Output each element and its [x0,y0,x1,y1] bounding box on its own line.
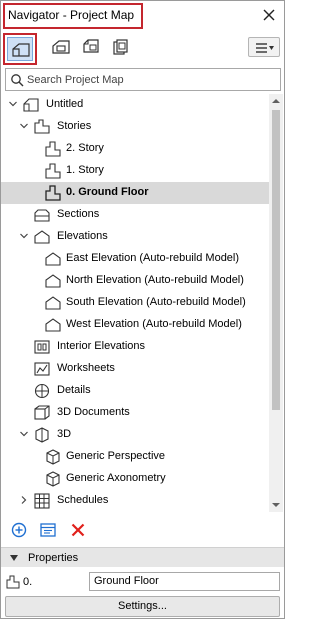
chevron-down-icon[interactable] [19,429,29,439]
properties-row: 0. Ground Floor [1,571,284,593]
tree-item-stories[interactable]: Stories [1,116,269,138]
chevron-down-icon[interactable] [19,121,29,131]
collapse-triangle-icon[interactable] [10,554,18,562]
story-icon [45,163,61,179]
tree-item-east-elevation[interactable]: East Elevation (Auto-rebuild Model) [1,248,269,270]
tree-item-sections[interactable]: Sections [1,204,269,226]
tree-item-label: Untitled [46,98,84,110]
delete-icon[interactable] [69,521,87,539]
settings-button[interactable]: Settings... [5,596,280,617]
tree-item-ground-floor[interactable]: 0. Ground Floor [1,182,269,204]
tree-item-schedules[interactable]: Schedules [1,490,269,512]
tree-item-3d[interactable]: 3D [1,424,269,446]
chevron-down-icon[interactable] [8,99,18,109]
search-icon [11,74,24,87]
tree-item-generic-axonometry[interactable]: Generic Axonometry [1,468,269,490]
story-icon [6,575,20,589]
tree-item-elevations[interactable]: Elevations [1,226,269,248]
tree-item-label: Interior Elevations [57,340,146,352]
elevation-icon [34,230,50,244]
tree-item-label: Generic Perspective [66,450,166,462]
tree-item-untitled[interactable]: Untitled [1,94,269,116]
tree-item-details[interactable]: Details [1,380,269,402]
scrollbar-thumb[interactable] [272,110,280,410]
tree-item-label: Worksheets [57,362,115,374]
axonometry-icon [46,471,60,487]
project-icon [23,98,39,112]
story-icon [45,141,61,157]
tree-item-generic-perspective[interactable]: Generic Perspective [1,446,269,468]
tree-item-interior-elevations[interactable]: Interior Elevations [1,336,269,358]
interior-elevation-icon [34,340,50,354]
properties-header[interactable]: Properties [1,547,284,567]
navigator-toolbar [1,31,284,65]
view-map-icon[interactable] [51,37,71,57]
tree-item-label: 3D Documents [57,406,130,418]
navigator-panel: Navigator - Project Map Search Project M… [0,0,285,619]
3d-icon [35,427,49,443]
elevation-view-icon [45,296,61,310]
elevation-view-icon [45,252,61,266]
tree-item-label: 0. Ground Floor [66,186,149,198]
tree-item-label: 2. Story [66,142,104,154]
properties-icon[interactable] [39,521,57,539]
tree-item-worksheets[interactable]: Worksheets [1,358,269,380]
tree-item-label: West Elevation (Auto-rebuild Model) [66,318,242,330]
tree-item-west-elevation[interactable]: West Elevation (Auto-rebuild Model) [1,314,269,336]
tree-item-label: Stories [57,120,92,132]
tree-item-label: 1. Story [66,164,104,176]
project-map-tree: Untitled Stories 2. Story 1. Story 0. Gr… [1,94,271,512]
properties-title: Properties [28,552,79,564]
tree-item-3d-documents[interactable]: 3D Documents [1,402,269,424]
navigator-action-bar [1,517,284,543]
worksheet-icon [34,362,50,376]
elevation-view-icon [45,274,61,288]
elevation-view-icon [45,318,61,332]
story-name-field[interactable]: Ground Floor [89,572,280,591]
navigator-menu-button[interactable] [248,37,280,57]
tree-item-label: Elevations [57,230,108,242]
stories-icon [34,119,50,134]
detail-icon [34,383,50,399]
tree-item-south-elevation[interactable]: South Elevation (Auto-rebuild Model) [1,292,269,314]
tree-item-label: Sections [57,208,100,220]
story-number: 0. [23,576,33,588]
tree-item-story-2[interactable]: 2. Story [1,138,269,160]
tree-item-label: Schedules [57,494,109,506]
section-icon [34,209,50,222]
close-icon[interactable] [260,6,278,24]
layout-book-icon[interactable] [81,37,101,57]
schedule-icon [34,493,50,509]
hamburger-menu-icon [256,43,274,53]
tree-item-story-1[interactable]: 1. Story [1,160,269,182]
tree-scrollbar[interactable] [269,94,283,512]
scroll-down-icon[interactable] [269,500,283,510]
chevron-right-icon[interactable] [19,495,29,505]
tree-item-label: North Elevation (Auto-rebuild Model) [66,274,244,286]
tree-item-label: 3D [57,428,72,440]
new-viewpoint-icon[interactable] [10,521,28,539]
perspective-icon [46,449,60,465]
tree-item-label: Generic Axonometry [66,472,166,484]
publisher-sets-icon[interactable] [111,37,131,57]
project-map-icon [12,43,30,57]
tree-item-label: Details [57,384,91,396]
title-bar: Navigator - Project Map [1,1,284,31]
story-icon [45,185,61,201]
search-box[interactable] [5,68,281,91]
3d-document-icon [34,405,50,420]
scroll-up-icon[interactable] [269,96,283,106]
tree-item-label: East Elevation (Auto-rebuild Model) [66,252,240,264]
chevron-down-icon[interactable] [19,231,29,241]
search-input[interactable] [27,70,275,89]
tree-item-north-elevation[interactable]: North Elevation (Auto-rebuild Model) [1,270,269,292]
project-map-button[interactable] [3,33,37,65]
window-title: Navigator - Project Map [8,8,135,22]
tree-item-label: South Elevation (Auto-rebuild Model) [66,296,246,308]
